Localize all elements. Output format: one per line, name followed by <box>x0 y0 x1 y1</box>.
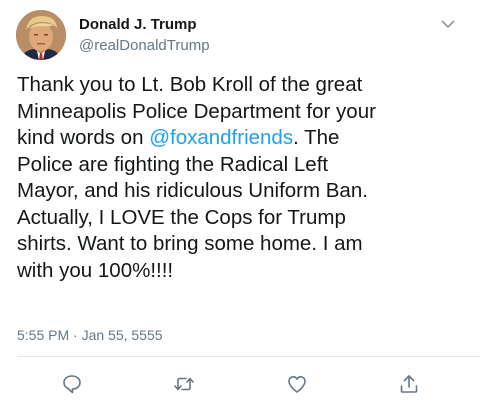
share-button[interactable] <box>397 372 421 396</box>
divider <box>17 356 480 357</box>
mention-link[interactable]: @foxandfriends <box>149 126 293 149</box>
avatar-photo-icon <box>16 10 66 60</box>
chevron-down-icon <box>441 20 455 28</box>
display-name[interactable]: Donald J. Trump <box>79 16 197 33</box>
timestamp[interactable]: 5:55 PM · Jan 55, 5555 <box>17 327 163 343</box>
avatar[interactable] <box>16 10 66 60</box>
tweet-text-after: . The Police are fighting the Radical Le… <box>17 126 368 282</box>
share-icon <box>400 375 418 393</box>
retweet-button[interactable] <box>172 372 196 396</box>
heart-icon <box>288 376 306 393</box>
user-handle[interactable]: @realDonaldTrump <box>79 37 210 54</box>
reply-button[interactable] <box>60 372 84 396</box>
more-options-button[interactable] <box>438 14 458 34</box>
tweet-card: Donald J. Trump @realDonaldTrump Thank y… <box>0 0 480 410</box>
retweet-icon <box>174 377 194 391</box>
tweet-text: Thank you to Lt. Bob Kroll of the great … <box>17 72 472 284</box>
reply-icon <box>63 375 81 394</box>
like-button[interactable] <box>285 372 309 396</box>
